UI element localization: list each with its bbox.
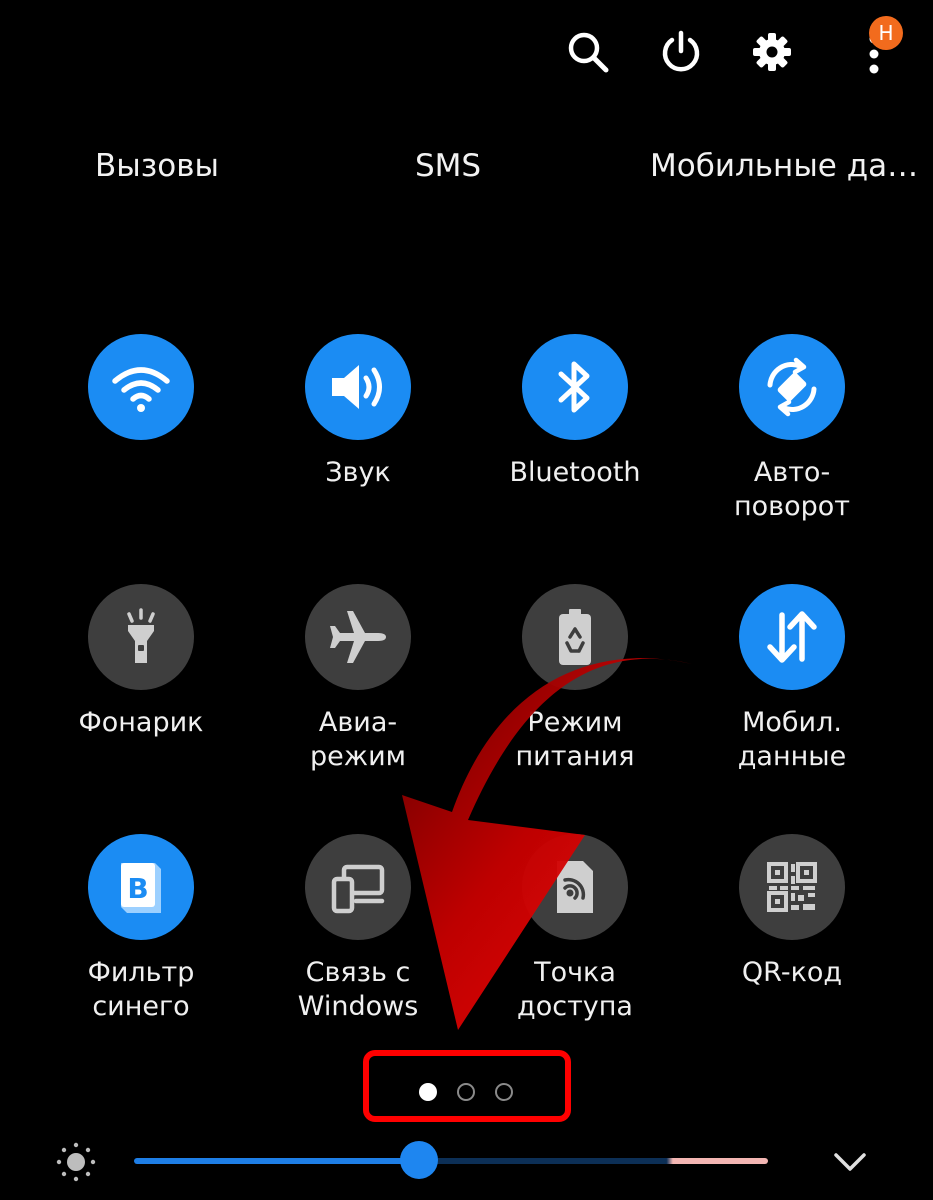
- tile-label: Режим питания: [467, 706, 683, 774]
- tile-label: Звук: [250, 456, 466, 490]
- notification-badge: Н: [869, 16, 903, 50]
- bluetooth-icon: [558, 361, 590, 413]
- tile-hotspot[interactable]: Точка доступа: [467, 834, 683, 1034]
- tile-wifi[interactable]: [33, 334, 249, 534]
- flashlight-toggle[interactable]: [88, 584, 194, 690]
- tile-label: Bluetooth: [467, 456, 683, 490]
- tile-label-line2: синего: [92, 991, 190, 1022]
- page-dot-3[interactable]: [495, 1083, 513, 1101]
- sound-icon: [332, 365, 382, 409]
- airplane-icon: [330, 611, 386, 663]
- settings-button[interactable]: [742, 22, 802, 82]
- tile-label: Точка доступа: [467, 956, 683, 1024]
- tile-label-line1: Связь с: [305, 957, 411, 988]
- hotspot-icon: [557, 861, 593, 913]
- tile-label: Авто- поворот: [684, 456, 900, 524]
- airplane-toggle[interactable]: [305, 584, 411, 690]
- tile-power-mode[interactable]: Режим питания: [467, 584, 683, 784]
- tile-label-line1: Фонарик: [78, 707, 204, 738]
- tile-mobile-data[interactable]: Мобил. данные: [684, 584, 900, 784]
- brightness-icon: [56, 1142, 96, 1182]
- sound-toggle[interactable]: [305, 334, 411, 440]
- brightness-slider[interactable]: [134, 1158, 768, 1164]
- tile-label-line1: Фильтр: [87, 957, 195, 988]
- tile-label-line2: питания: [515, 741, 635, 772]
- wifi-icon: [112, 367, 170, 412]
- tile-label-line2: Windows: [297, 991, 419, 1022]
- auto-rotate-icon: [767, 357, 817, 417]
- tile-auto-rotate[interactable]: Авто- поворот: [684, 334, 900, 534]
- link-to-windows-toggle[interactable]: [305, 834, 411, 940]
- flashlight-icon: [127, 608, 155, 663]
- tile-sound[interactable]: Звук: [250, 334, 466, 534]
- tile-label: Связь с Windows: [250, 956, 466, 1024]
- sim-tab-mobile-data[interactable]: Мобильные да…: [650, 140, 918, 192]
- tile-label-line1: Режим: [527, 707, 623, 738]
- sim-tab-calls[interactable]: Вызовы: [95, 140, 219, 192]
- mobile-data-toggle[interactable]: [739, 584, 845, 690]
- power-button[interactable]: [651, 22, 711, 82]
- power-saving-toggle[interactable]: [522, 584, 628, 690]
- power-icon: [662, 30, 700, 72]
- tile-link-to-windows[interactable]: Связь с Windows: [250, 834, 466, 1034]
- tile-label-line2: режим: [310, 741, 406, 772]
- brightness-slider-thumb[interactable]: [400, 1141, 439, 1179]
- chevron-down-icon[interactable]: [830, 1145, 870, 1179]
- wifi-toggle[interactable]: [88, 334, 194, 440]
- tile-blue-light-filter[interactable]: B Фильтр синего: [33, 834, 249, 1034]
- search-icon: [568, 32, 609, 73]
- tile-label: QR-код: [684, 956, 900, 990]
- tile-flashlight[interactable]: Фонарик: [33, 584, 249, 784]
- qr-code-toggle[interactable]: [739, 834, 845, 940]
- tile-label: Авиа- режим: [250, 706, 466, 774]
- qr-code-icon: [767, 862, 817, 912]
- mobile-data-icon: [767, 611, 817, 663]
- tile-label-line1: Bluetooth: [509, 457, 641, 488]
- power-saving-icon: [559, 609, 591, 665]
- tile-label: Фонарик: [33, 706, 249, 740]
- link-to-windows-icon: [331, 864, 385, 914]
- tile-label: Мобил. данные: [684, 706, 900, 774]
- tile-label-line2: поворот: [734, 491, 850, 522]
- sim-tab-sms[interactable]: SMS: [415, 140, 481, 192]
- search-button[interactable]: [558, 22, 618, 82]
- tile-label-line2: данные: [737, 741, 847, 772]
- quick-panel: Н Вызовы SMS Мобильные да… Звук Bluetoot…: [0, 0, 933, 1200]
- hotspot-toggle[interactable]: [522, 834, 628, 940]
- tile-label: Фильтр синего: [33, 956, 249, 1024]
- tile-label-line1: Мобил.: [742, 707, 842, 738]
- page-dot-2[interactable]: [457, 1083, 475, 1101]
- tile-qr-code[interactable]: QR-код: [684, 834, 900, 1034]
- tile-label-line1: Звук: [325, 457, 391, 488]
- bluetooth-toggle[interactable]: [522, 334, 628, 440]
- tile-label-line2: доступа: [517, 991, 633, 1022]
- svg-text:B: B: [127, 872, 148, 905]
- auto-rotate-toggle[interactable]: [739, 334, 845, 440]
- blue-light-filter-toggle[interactable]: B: [88, 834, 194, 940]
- blue-light-filter-icon: B: [121, 863, 161, 913]
- page-dot-1[interactable]: [419, 1083, 437, 1101]
- tile-label-line1: QR-код: [741, 957, 843, 988]
- gear-icon: [753, 33, 791, 71]
- tile-label-line1: Авиа-: [318, 707, 398, 738]
- tile-label-line1: Точка: [534, 957, 616, 988]
- tile-label-line1: Авто-: [753, 457, 831, 488]
- tile-bluetooth[interactable]: Bluetooth: [467, 334, 683, 534]
- tile-airplane-mode[interactable]: Авиа- режим: [250, 584, 466, 784]
